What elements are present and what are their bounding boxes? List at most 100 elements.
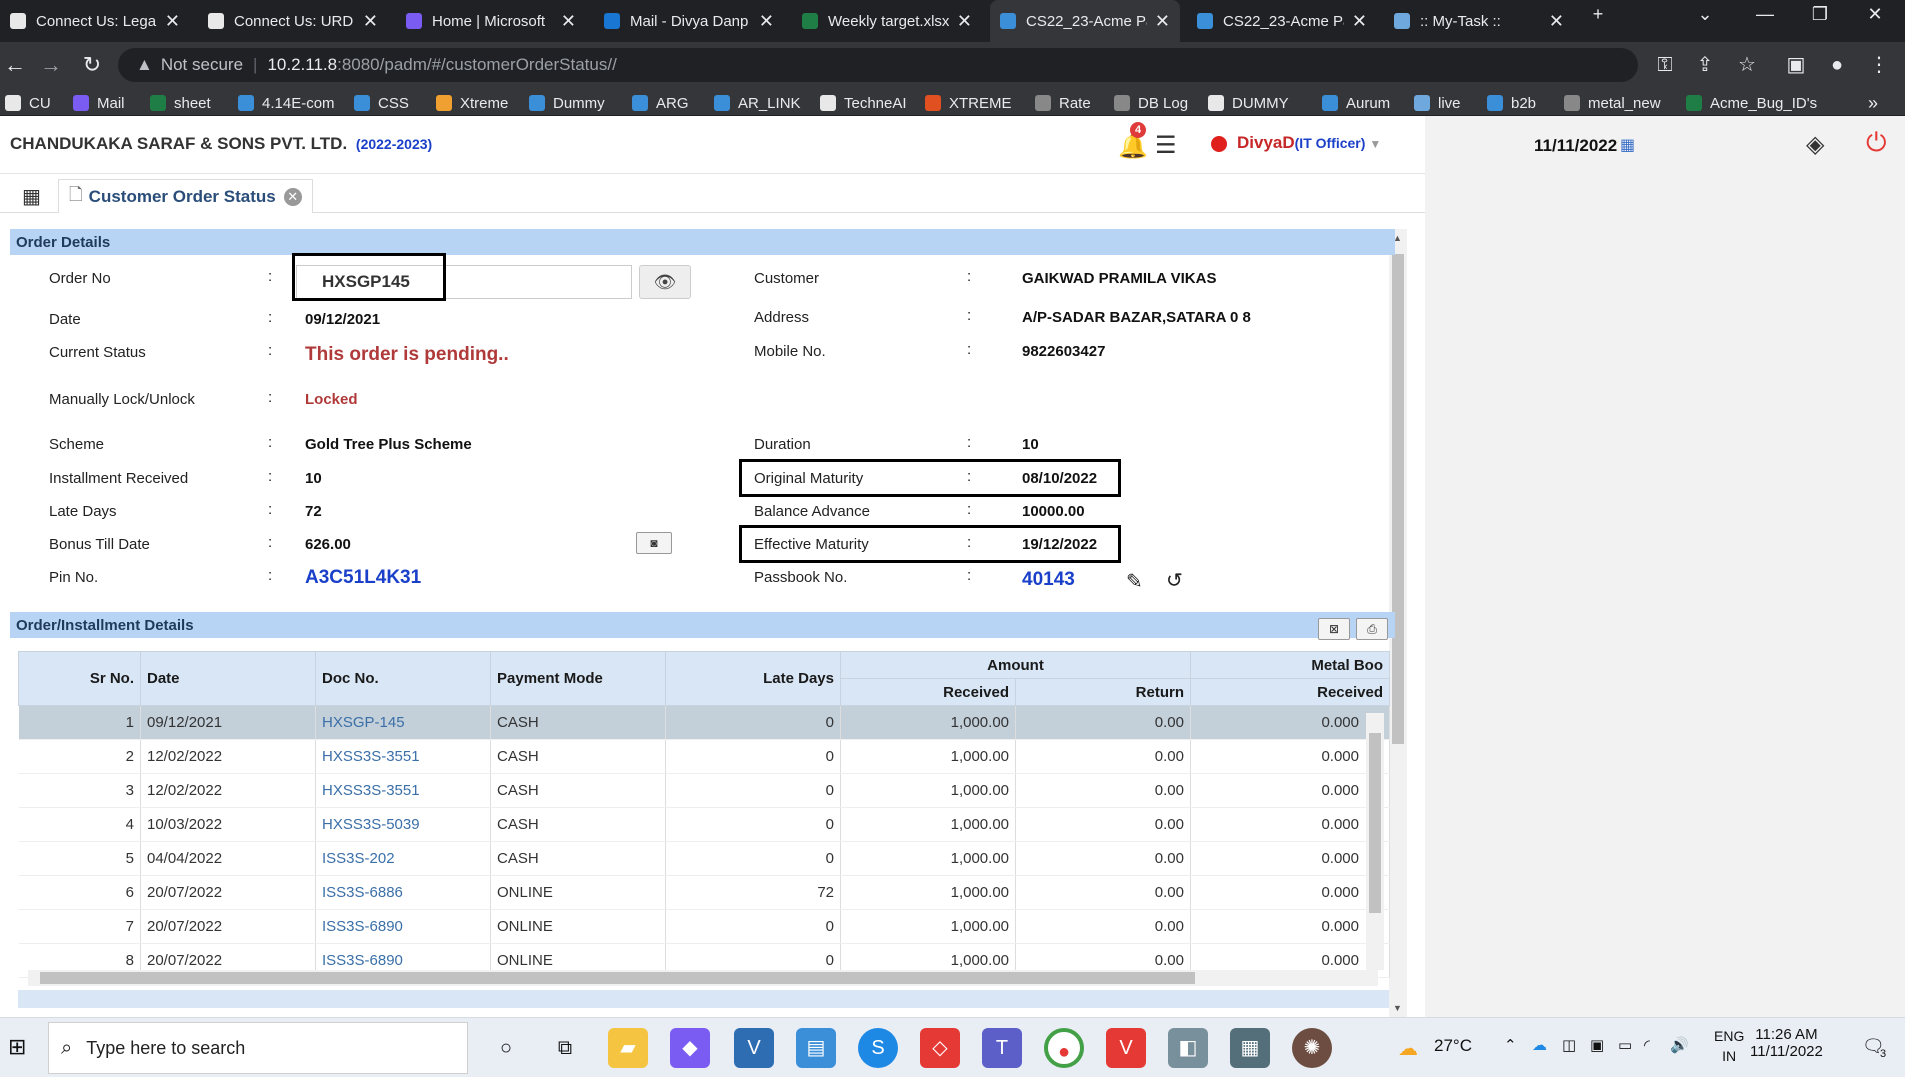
bookmark-item[interactable]: Xtreme (436, 92, 508, 114)
new-tab-button[interactable]: + (1568, 0, 1628, 30)
cell-doc-no[interactable]: ISS3S-202 (315, 841, 491, 876)
tab-search-icon[interactable]: ⌄ (1675, 0, 1735, 30)
bookmark-item[interactable]: CU (5, 92, 51, 114)
share-icon[interactable]: ⇪ (1690, 50, 1720, 80)
table-row[interactable]: 4 10/03/2022 HXSS3S-5039 CASH 0 1,000.00 0.00 0… (18, 807, 1390, 842)
browser-tab[interactable]: :: My-Task :: ✕ (1384, 0, 1574, 42)
table-row[interactable]: 1 09/12/2021 HXSGP-145 CASH 0 1,000.00 0.00 0.0… (18, 705, 1390, 740)
cortana-icon[interactable]: ○ (486, 1028, 526, 1068)
calculator-icon[interactable]: ▦ (1230, 1028, 1270, 1068)
bookmark-item[interactable]: CSS (354, 92, 409, 114)
col-date[interactable]: Date (140, 651, 316, 706)
task-view-icon[interactable]: ⧉ (545, 1028, 585, 1068)
table-row[interactable]: 7 20/07/2022 ISS3S-6890 ONLINE 0 1,000.00 0.00… (18, 909, 1390, 944)
address-bar[interactable]: ▲ Not secure | 10.2.11.8 :8080/padm/#/cu… (118, 48, 1638, 82)
bonus-detail-button[interactable]: ◙ (636, 532, 672, 554)
close-tab-icon[interactable]: ✕ (283, 187, 302, 206)
key-icon[interactable]: ⚿ (1650, 50, 1680, 80)
menu-dots-icon[interactable]: ⋮ (1864, 50, 1894, 80)
browser-tab[interactable]: Connect Us: Legal ✕ (0, 0, 190, 42)
restore-button[interactable]: ❐ (1790, 0, 1850, 30)
cell-doc-no[interactable]: HXSS3S-3551 (315, 739, 491, 774)
battery-icon[interactable]: ▭ (1618, 1036, 1632, 1054)
tray-chevron-icon[interactable]: ⌃ (1504, 1036, 1517, 1054)
bookmark-item[interactable]: metal_new (1564, 92, 1661, 114)
bookmark-item[interactable]: Acme_Bug_ID's (1686, 92, 1817, 114)
teams-icon[interactable]: T (982, 1028, 1022, 1068)
bookmark-item[interactable]: DB Log (1114, 92, 1188, 114)
table-row[interactable]: 2 12/02/2022 HXSS3S-3551 CASH 0 1,000.00 0.00 0… (18, 739, 1390, 774)
scroll-down-icon[interactable]: ▼ (1393, 1003, 1402, 1013)
table-horizontal-scrollbar[interactable] (28, 970, 1378, 986)
close-tab-icon[interactable]: ✕ (957, 11, 972, 32)
col-amount-return[interactable]: Return (1015, 678, 1191, 706)
close-tab-icon[interactable]: ✕ (363, 11, 378, 32)
vnc-icon[interactable]: V (734, 1028, 774, 1068)
close-window-button[interactable]: ✕ (1845, 0, 1905, 30)
scrollbar-thumb[interactable] (1392, 254, 1404, 744)
browser-tab[interactable]: Mail - Divya Danp ✕ (594, 0, 784, 42)
bookmark-item[interactable]: TechneAI (820, 92, 907, 114)
col-sr-no[interactable]: Sr No. (18, 651, 141, 706)
bookmark-item[interactable]: live (1414, 92, 1461, 114)
skype-icon[interactable]: S (858, 1028, 898, 1068)
minimize-button[interactable]: — (1735, 0, 1795, 30)
close-tab-icon[interactable]: ✕ (561, 11, 576, 32)
wifi-icon[interactable]: ◜ (1644, 1036, 1650, 1054)
cell-doc-no[interactable]: HXSGP-145 (315, 705, 491, 740)
profile-icon[interactable]: ● (1822, 50, 1852, 80)
col-doc-no[interactable]: Doc No. (315, 651, 491, 706)
history-icon[interactable]: ↺ (1166, 568, 1183, 593)
weather-icon[interactable]: ☁ (1398, 1036, 1418, 1061)
reload-button[interactable]: ↻ (77, 50, 107, 80)
close-tab-icon[interactable]: ✕ (1549, 11, 1564, 32)
bookmark-item[interactable]: 4.14E-com (238, 92, 335, 114)
power-icon[interactable]: ⏻ (1866, 127, 1887, 159)
bookmark-item[interactable]: Rate (1035, 92, 1091, 114)
chrome-icon[interactable]: ● (1044, 1028, 1084, 1068)
calendar-icon[interactable]: ▦ (1620, 135, 1635, 155)
horizontal-scrollbar-thumb[interactable] (40, 972, 1195, 984)
browser-tab[interactable]: Weekly target.xlsx ✕ (792, 0, 982, 42)
table-scrollbar-thumb[interactable] (1369, 733, 1381, 913)
file-explorer-icon[interactable]: ▰ (608, 1028, 648, 1068)
tab-customer-order-status[interactable]: 🗋 Customer Order Status ✕ (58, 179, 313, 213)
col-payment-mode[interactable]: Payment Mode (490, 651, 666, 706)
veeam-icon[interactable]: V (1106, 1028, 1146, 1068)
eye-slash-icon[interactable]: ◈ (1806, 130, 1824, 159)
remote-desktop-icon[interactable]: ▤ (796, 1028, 836, 1068)
table-row[interactable]: 3 12/02/2022 HXSS3S-3551 CASH 0 1,000.00 0.00 0… (18, 773, 1390, 808)
visual-studio-icon[interactable]: ◆ (670, 1028, 710, 1068)
list-menu-icon[interactable]: ☰ (1155, 131, 1177, 160)
windows-start-icon[interactable]: ⊞ (8, 1034, 26, 1060)
language-indicator[interactable]: ENG IN (1714, 1026, 1744, 1066)
bookmark-item[interactable]: Mail (73, 92, 125, 114)
table-scrollbar[interactable] (1366, 713, 1384, 970)
tablet-app-icon[interactable]: ◧ (1168, 1028, 1208, 1068)
bookmark-item[interactable]: Dummy (529, 92, 605, 114)
bookmark-item[interactable]: Aurum (1322, 92, 1390, 114)
bookmark-item[interactable]: DUMMY (1208, 92, 1289, 114)
table-row[interactable]: 6 20/07/2022 ISS3S-6886 ONLINE 72 1,000.00 0.0… (18, 875, 1390, 910)
col-amount-received[interactable]: Received (840, 678, 1016, 706)
cell-doc-no[interactable]: ISS3S-6886 (315, 875, 491, 910)
close-tab-icon[interactable]: ✕ (1155, 11, 1170, 32)
browser-tab[interactable]: CS22_23-Acme Pa ✕ (990, 0, 1180, 42)
close-tab-icon[interactable]: ✕ (1352, 11, 1367, 32)
table-row[interactable]: 5 04/04/2022 ISS3S-202 CASH 0 1,000.00 0.00 0.0… (18, 841, 1390, 876)
bookmark-item[interactable]: sheet (150, 92, 211, 114)
tray-app-icon[interactable]: ◫ (1562, 1036, 1576, 1054)
cell-doc-no[interactable]: HXSS3S-3551 (315, 773, 491, 808)
bookmarks-overflow-icon[interactable]: » (1868, 92, 1878, 114)
bookmark-item[interactable]: XTREME (925, 92, 1012, 114)
side-panel-icon[interactable]: ▣ (1781, 50, 1811, 80)
print-icon[interactable]: ⎙ (1356, 618, 1388, 640)
col-metal-received[interactable]: Received (1190, 678, 1390, 706)
emblem-app-icon[interactable]: ✺ (1292, 1028, 1332, 1068)
export-excel-icon[interactable]: ⊠ (1318, 618, 1350, 640)
cell-doc-no[interactable]: ISS3S-6890 (315, 909, 491, 944)
browser-tab[interactable]: Home | Microsoft ✕ (396, 0, 586, 42)
close-tab-icon[interactable]: ✕ (759, 11, 774, 32)
apps-grid-icon[interactable]: ▦ (22, 184, 41, 209)
col-late-days[interactable]: Late Days (665, 651, 841, 706)
